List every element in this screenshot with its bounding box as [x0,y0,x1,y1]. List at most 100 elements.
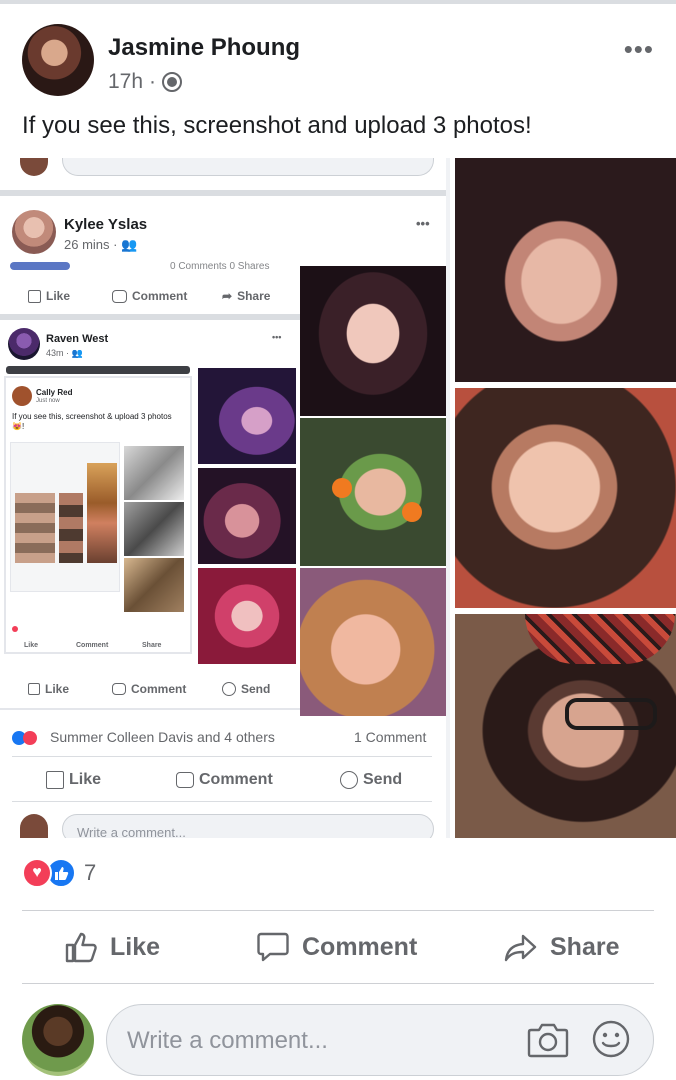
meta-separator: · [149,70,157,93]
nested-send-label: Send [241,682,271,696]
author-name[interactable]: Jasmine Phoung [108,34,300,62]
thumbs-up-icon [28,289,41,303]
nested-like-label: Like [69,771,102,788]
headscarf [525,614,675,664]
heart-icon [23,731,37,745]
tiny-photo [124,446,184,500]
nested-author: Raven West [46,333,109,345]
screenshot-photo[interactable]: Kylee Yslas 26 mins · 👥 ••• 0 Comments 0… [0,158,450,838]
camera-icon[interactable] [527,1021,569,1059]
comment-input[interactable]: Write a comment... [106,1004,654,1076]
nested-avatar [8,328,40,360]
nested-reactors: Summer Colleen Davis and 4 others [50,729,275,745]
comment-button[interactable]: Comment [256,930,417,964]
nested-like: Like [46,771,101,789]
tiny-photo [59,493,83,563]
nested-author: Kylee Yslas [64,216,148,233]
nested-reaction-icons [12,731,42,745]
more-icon: ••• [272,332,282,342]
action-bar: Like Comment Share [0,912,676,982]
nested-comment: Comment [76,642,108,649]
share-arrow-icon [504,934,537,962]
share-button[interactable]: Share [504,930,619,964]
smiley-icon[interactable] [591,1019,631,1059]
collage-photo-1[interactable] [455,158,676,382]
current-user-avatar[interactable] [22,1004,94,1076]
comment-label: Comment [302,932,418,961]
nested-counts: 0 Comments 0 Shares [170,261,270,272]
divider [22,983,654,984]
nested-inner-screenshot [10,442,120,592]
nested-comment-count: 1 Comment [354,729,427,745]
divider [12,756,432,757]
nested-comment-label: Comment [76,642,109,649]
share-label: Share [550,932,620,961]
speech-bubble-icon [112,289,127,303]
messenger-icon [340,771,358,789]
share-arrow-icon: ➦ [222,289,233,303]
more-icon: ••• [416,216,430,231]
nested-comment-input: Write a comment... [62,814,434,838]
photo-collage[interactable]: Kylee Yslas 26 mins · 👥 ••• 0 Comments 0… [0,158,676,838]
nested-comment-label: Comment [131,682,187,696]
reactions-summary[interactable]: ♥ 7 [22,858,96,888]
nested-like-label: Like [45,682,70,696]
tiny-photo [124,502,184,556]
nested-avatar [20,814,48,838]
top-divider [0,0,676,4]
more-icon[interactable]: ••• [624,34,654,65]
nested-comment-label: Comment [199,771,273,788]
nested-send-label: Send [363,771,403,788]
globe-icon [162,72,183,92]
collage-photo-2[interactable] [455,388,676,608]
post-header: Jasmine Phoung 17h · ••• [0,22,676,102]
nested-send: Send [340,771,402,789]
nested-like-label: Like [46,289,71,303]
orange-sticker [402,502,422,522]
speech-bubble-icon [176,772,194,788]
thumbs-up-icon [46,771,64,789]
nested-share-label: Share [237,289,271,303]
tiny-photo [15,493,55,563]
glasses [565,698,657,730]
inner-photo [300,418,446,566]
author-avatar[interactable] [22,24,94,96]
speech-bubble-icon [257,932,289,962]
nested-share: Share [142,642,161,649]
nested-share-label: Share [142,642,162,649]
nested-comment: Comment [112,682,186,696]
comment-composer: Write a comment... [0,1000,676,1080]
nested-share: ➦ Share [222,289,270,303]
post-meta: 17h · [108,70,183,94]
post-time[interactable]: 17h [108,70,143,94]
heart-icon: ♥ [22,858,52,888]
nested-like-label: Like [24,642,39,649]
comment-placeholder: Write a comment... [127,1027,328,1054]
collage-photo-3[interactable] [455,614,676,838]
nested-comment: Comment [176,771,273,789]
nested-like: Like [24,642,38,649]
tiny-photo [124,558,184,612]
nested-time: Just now [36,398,60,404]
post-caption: If you see this, screenshot and upload 3… [22,112,532,139]
nested-time-text: 26 mins [64,237,110,252]
screenshot-content: Kylee Yslas 26 mins · 👥 ••• 0 Comments 0… [0,158,446,838]
orange-sticker [332,478,352,498]
nested-comment: Comment [112,289,187,303]
nested-comment-input [62,158,434,176]
inner-photo [300,266,446,416]
nested-avatar [12,210,56,254]
nested-time: 43m · 👥 [46,348,83,358]
tiny-reaction [12,626,18,632]
nested-time-text: 43m [46,348,64,358]
nested-comment-label: Comment [132,289,188,303]
inner-photo [198,368,296,464]
divider [22,910,654,911]
divider [0,190,446,196]
nested-send: Send [222,682,270,696]
nested-time: 26 mins · 👥 [64,237,138,252]
speech-bubble-icon [112,683,126,695]
messenger-icon [222,682,236,696]
like-button[interactable]: Like [64,930,160,964]
nested-topbar [6,366,190,374]
